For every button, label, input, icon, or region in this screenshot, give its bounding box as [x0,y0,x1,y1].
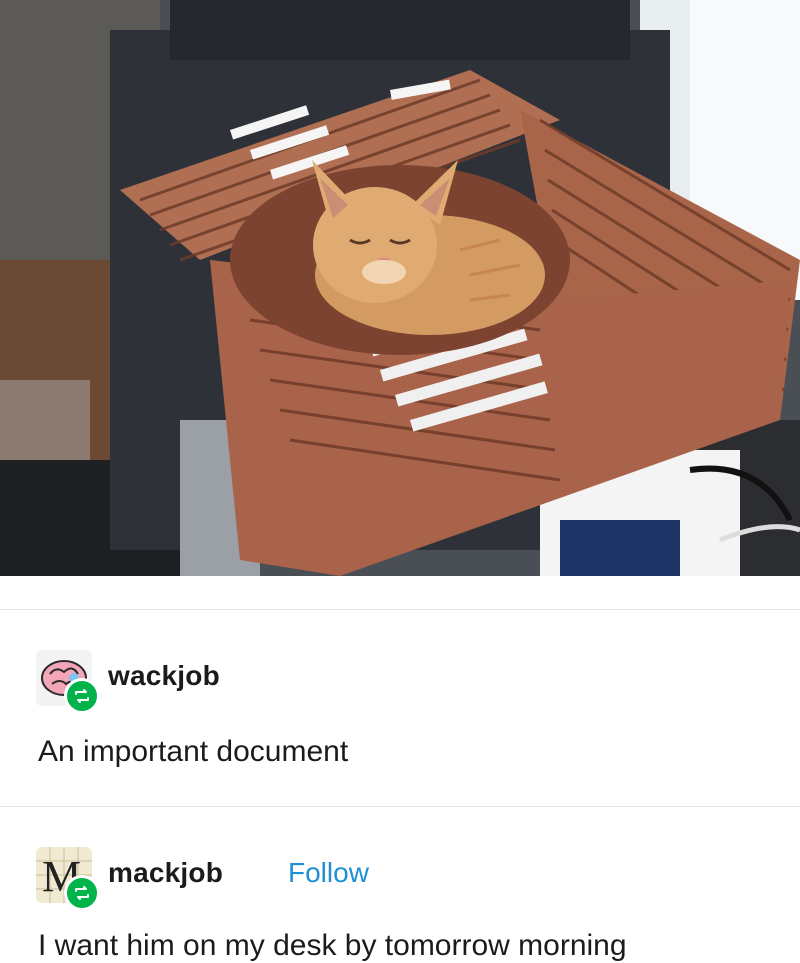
post-photo[interactable] [0,0,800,576]
reblog-icon [64,875,100,911]
follow-button[interactable]: Follow [288,857,369,889]
post-text: An important document [38,735,349,768]
avatar[interactable] [36,650,100,714]
avatar[interactable]: M [36,847,100,911]
reblog-icon [64,678,100,714]
username[interactable]: wackjob [108,660,220,692]
username[interactable]: mackjob [108,857,223,889]
post-text: I want him on my desk by tomorrow mornin… [38,929,627,962]
reblog-entry-mackjob: M mackjob Follow I want him on my desk b… [0,807,800,962]
kitten-in-file-folder-image [0,0,800,576]
reblog-entry-wackjob: wackjob An important document [0,610,800,806]
